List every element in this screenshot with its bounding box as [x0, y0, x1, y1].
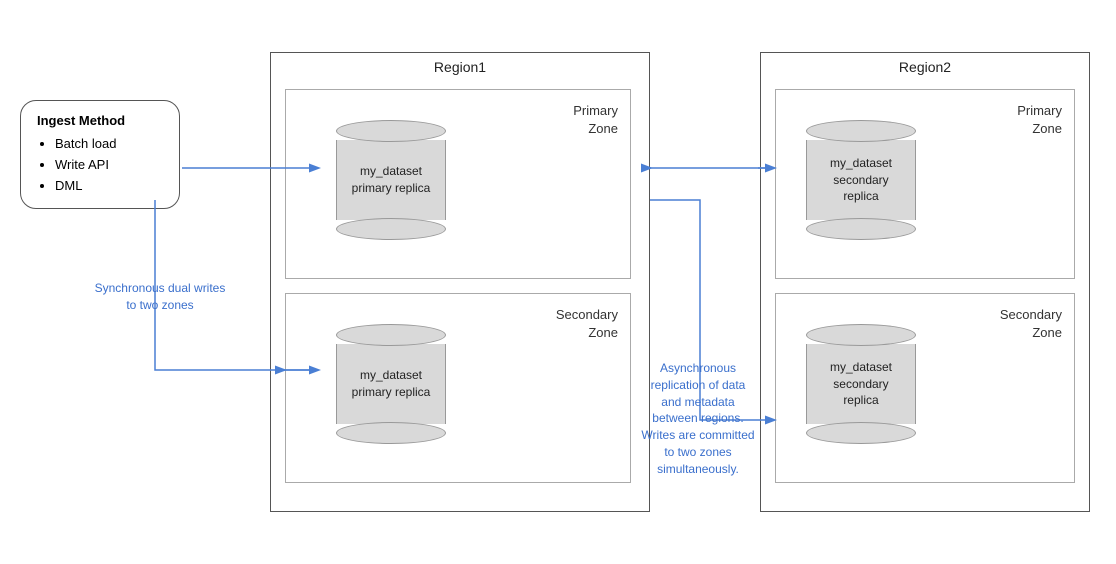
cyl-label-4: my_dataset secondary replica: [830, 355, 892, 413]
sync-label: Synchronous dual writes to two zones: [80, 280, 240, 314]
cyl-bottom: [336, 218, 446, 240]
cyl-top-3: [806, 120, 916, 142]
region1-box: Region1 Primary Zone my_dataset primary …: [270, 52, 650, 512]
region1-primary-db: my_dataset primary replica: [336, 120, 446, 240]
region2-box: Region2 Primary Zone my_dataset secondar…: [760, 52, 1090, 512]
region1-secondary-db: my_dataset primary replica: [336, 324, 446, 444]
region2-primary-zone: Primary Zone my_dataset secondary replic…: [775, 89, 1075, 279]
region2-secondary-db: my_dataset secondary replica: [806, 324, 916, 444]
async-label: Asynchronous replication of data and met…: [618, 360, 778, 478]
region2-label: Region2: [761, 53, 1089, 79]
cyl-top: [336, 120, 446, 142]
region2-primary-zone-label: Primary Zone: [1017, 102, 1062, 138]
region1-secondary-zone: Secondary Zone my_dataset primary replic…: [285, 293, 631, 483]
cyl-body-2: my_dataset primary replica: [336, 344, 446, 424]
ingest-item-write: Write API: [55, 155, 163, 176]
cyl-bottom-2: [336, 422, 446, 444]
cyl-label-2: my_dataset primary replica: [352, 363, 431, 405]
region1-primary-zone: Primary Zone my_dataset primary replica: [285, 89, 631, 279]
region2-secondary-zone-label: Secondary Zone: [1000, 306, 1062, 342]
region1-secondary-zone-label: Secondary Zone: [556, 306, 618, 342]
diagram-container: Ingest Method Batch load Write API DML R…: [0, 0, 1116, 564]
cyl-body-3: my_dataset secondary replica: [806, 140, 916, 220]
region1-primary-zone-label: Primary Zone: [573, 102, 618, 138]
ingest-item-batch: Batch load: [55, 134, 163, 155]
ingest-list: Batch load Write API DML: [37, 134, 163, 196]
cyl-bottom-4: [806, 422, 916, 444]
cyl-top-4: [806, 324, 916, 346]
ingest-title: Ingest Method: [37, 113, 163, 128]
cyl-body-4: my_dataset secondary replica: [806, 344, 916, 424]
cyl-label: my_dataset primary replica: [352, 159, 431, 201]
cyl-label-3: my_dataset secondary replica: [830, 151, 892, 209]
ingest-box: Ingest Method Batch load Write API DML: [20, 100, 180, 209]
region2-secondary-zone: Secondary Zone my_dataset secondary repl…: [775, 293, 1075, 483]
cyl-top-2: [336, 324, 446, 346]
region2-primary-db: my_dataset secondary replica: [806, 120, 916, 240]
ingest-item-dml: DML: [55, 176, 163, 197]
cyl-bottom-3: [806, 218, 916, 240]
region1-label: Region1: [271, 53, 649, 79]
cyl-body: my_dataset primary replica: [336, 140, 446, 220]
